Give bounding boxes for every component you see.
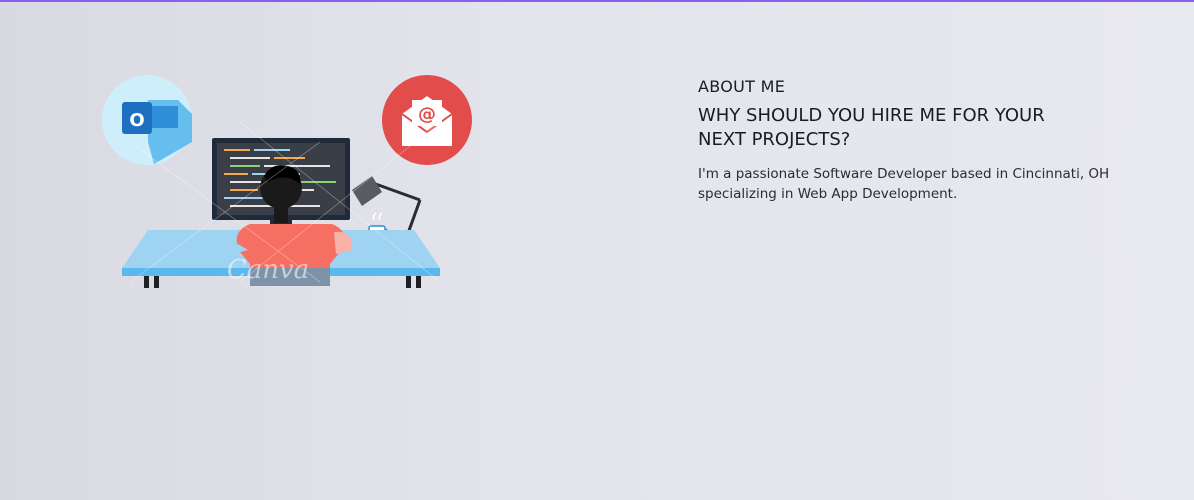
top-accent-line bbox=[0, 0, 1194, 2]
developer-illustration: O @ Canva bbox=[100, 72, 480, 292]
svg-text:@: @ bbox=[418, 104, 436, 125]
about-headline: WHY SHOULD YOU HIRE ME FOR YOUR NEXT PRO… bbox=[698, 105, 1045, 150]
about-bio: I'm a passionate Software Developer base… bbox=[698, 166, 1110, 202]
about-eyebrow: ABOUT ME bbox=[698, 77, 786, 96]
email-icon: @ bbox=[382, 75, 472, 165]
outlook-letter: O bbox=[129, 110, 144, 131]
about-section: ABOUT ME WHY SHOULD YOU HIRE ME FOR YOUR… bbox=[698, 76, 1138, 204]
outlook-icon: O bbox=[102, 75, 192, 165]
